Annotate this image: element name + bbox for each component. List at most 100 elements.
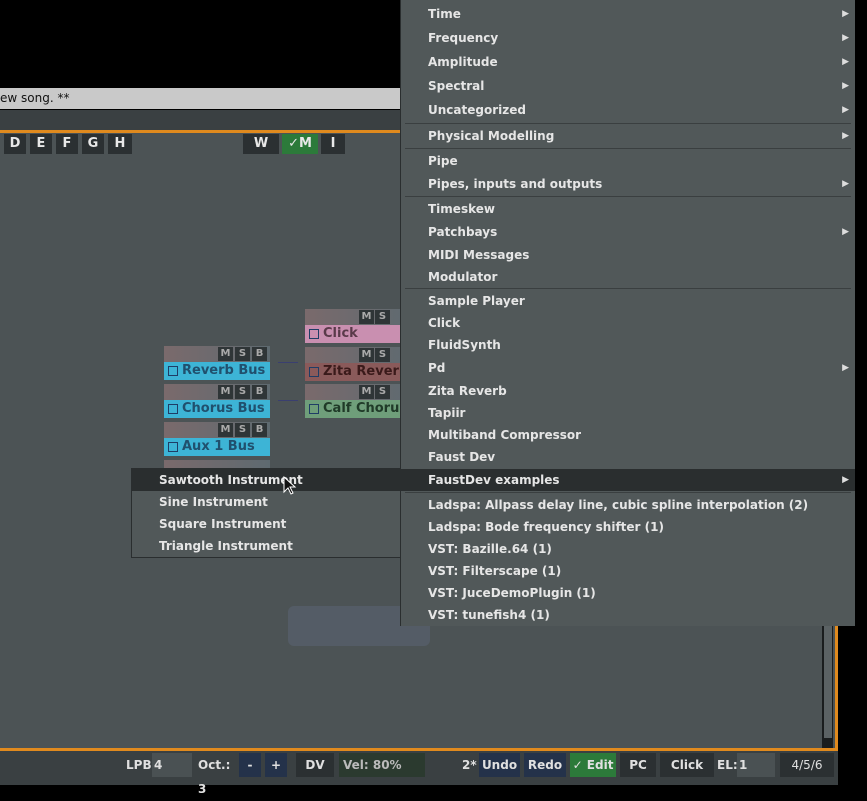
menu-item-vst-jucedemo[interactable]: VST: JuceDemoPlugin (1) bbox=[401, 582, 855, 604]
menu-item-amplitude[interactable]: Amplitude ▶ bbox=[401, 51, 855, 73]
menu-item-vst-bazille[interactable]: VST: Bazille.64 (1) bbox=[401, 538, 855, 560]
submenu-arrow-icon: ▶ bbox=[842, 33, 849, 43]
enable-checkbox[interactable] bbox=[168, 441, 178, 452]
menu-item-midi-messages[interactable]: MIDI Messages bbox=[401, 244, 855, 266]
connection-line bbox=[278, 362, 298, 363]
plugin-context-menu: Time ▶ Frequency ▶ Amplitude ▶ Spectral ▶ Un… bbox=[400, 0, 855, 626]
menu-item-ladspa-bode[interactable]: Ladspa: Bode frequency shifter (1) bbox=[401, 516, 855, 538]
bypass-button[interactable]: B bbox=[252, 385, 267, 399]
menu-item-physical-modelling[interactable]: Physical Modelling ▶ bbox=[401, 125, 855, 147]
column-f-button[interactable]: F bbox=[56, 134, 78, 154]
menu-item-pipe[interactable]: Pipe bbox=[401, 150, 855, 172]
submenu-arrow-icon: ▶ bbox=[842, 81, 849, 91]
scrollbar-thumb[interactable] bbox=[824, 626, 832, 738]
menu-item-multiband-compressor[interactable]: Multiband Compressor bbox=[401, 424, 855, 446]
menu-item-faustdev-examples[interactable]: FaustDev examples ▶ bbox=[401, 469, 855, 491]
menu-item-spectral[interactable]: Spectral ▶ bbox=[401, 75, 855, 97]
menu-item-timeskew[interactable]: Timeskew bbox=[401, 198, 855, 220]
strip-name: Zita Reverb bbox=[305, 363, 411, 381]
menu-item-vst-filterscape[interactable]: VST: Filterscape (1) bbox=[401, 560, 855, 582]
mute-button[interactable]: M bbox=[218, 385, 233, 399]
lpb-field[interactable]: 4 bbox=[152, 753, 192, 777]
undo-button[interactable]: Undo bbox=[479, 753, 520, 777]
mouse-cursor-icon bbox=[283, 476, 297, 495]
submenu-arrow-icon: ▶ bbox=[842, 475, 849, 485]
submenu-arrow-icon: ▶ bbox=[842, 179, 849, 189]
menu-item-zita-reverb[interactable]: Zita Reverb bbox=[401, 380, 855, 402]
menu-item-patchbays[interactable]: Patchbays ▶ bbox=[401, 221, 855, 243]
bypass-button[interactable]: B bbox=[252, 347, 267, 361]
menu-separator bbox=[405, 196, 851, 197]
menu-item-faust-dev[interactable]: Faust Dev bbox=[401, 446, 855, 468]
mixer-strip-zita[interactable]: M S Zita Reverb bbox=[305, 347, 411, 381]
mixer-strip-chorus-bus[interactable]: M S B Chorus Bus bbox=[164, 384, 270, 418]
mixer-strip-reverb-bus[interactable]: M S B Reverb Bus bbox=[164, 346, 270, 380]
solo-button[interactable]: S bbox=[375, 385, 390, 399]
mixer-strip-aux1-bus[interactable]: M S B Aux 1 Bus bbox=[164, 422, 270, 456]
menu-item-pipes-io[interactable]: Pipes, inputs and outputs ▶ bbox=[401, 173, 855, 195]
menu-item-uncategorized[interactable]: Uncategorized ▶ bbox=[401, 99, 855, 121]
el-field[interactable]: 1 bbox=[737, 753, 775, 777]
click-button[interactable]: Click bbox=[660, 753, 714, 777]
solo-button[interactable]: S bbox=[375, 310, 390, 324]
menu-separator bbox=[405, 288, 851, 289]
w-button[interactable]: W bbox=[243, 134, 279, 154]
mute-button[interactable]: M bbox=[218, 347, 233, 361]
enable-checkbox[interactable] bbox=[168, 365, 178, 376]
velocity-slider[interactable]: Vel: 80% bbox=[339, 753, 425, 777]
menu-item-ladspa-allpass[interactable]: Ladspa: Allpass delay line, cubic spline… bbox=[401, 494, 855, 516]
menu-item-tapiir[interactable]: Tapiir bbox=[401, 402, 855, 424]
undo-count: 2* bbox=[462, 758, 477, 772]
lpb-label: LPB bbox=[126, 758, 152, 772]
submenu-item-triangle[interactable]: Triangle Instrument bbox=[132, 535, 400, 557]
strip-name: Calf Chorus bbox=[305, 400, 411, 418]
mute-button[interactable]: M bbox=[359, 310, 374, 324]
instrument-submenu: Sawtooth Instrument Sine Instrument Squa… bbox=[131, 468, 401, 558]
window-title: ew song. ** bbox=[0, 88, 400, 109]
solo-button[interactable]: S bbox=[235, 385, 250, 399]
solo-button[interactable]: S bbox=[235, 347, 250, 361]
menu-item-time[interactable]: Time ▶ bbox=[401, 3, 855, 25]
enable-checkbox[interactable] bbox=[168, 403, 178, 414]
menu-item-vst-tunefish4[interactable]: VST: tunefish4 (1) bbox=[401, 604, 855, 626]
pc-button[interactable]: PC bbox=[620, 753, 656, 777]
m-button[interactable]: ✓M bbox=[282, 134, 318, 154]
i-button[interactable]: I bbox=[321, 134, 345, 154]
mute-button[interactable]: M bbox=[359, 348, 374, 362]
submenu-item-sawtooth[interactable]: Sawtooth Instrument bbox=[132, 469, 400, 491]
mixer-strip-click[interactable]: M S Click bbox=[305, 309, 411, 343]
column-h-button[interactable]: H bbox=[108, 134, 132, 154]
submenu-item-square[interactable]: Square Instrument bbox=[132, 513, 400, 535]
bypass-button[interactable]: B bbox=[252, 423, 267, 437]
column-e-button[interactable]: E bbox=[30, 134, 52, 154]
mixer-strip-calf[interactable]: M S Calf Chorus bbox=[305, 384, 411, 418]
mute-button[interactable]: M bbox=[359, 385, 374, 399]
edit-toggle[interactable]: ✓ Edit bbox=[570, 753, 616, 777]
solo-button[interactable]: S bbox=[375, 348, 390, 362]
menu-item-sample-player[interactable]: Sample Player bbox=[401, 290, 855, 312]
redo-button[interactable]: Redo bbox=[524, 753, 566, 777]
enable-checkbox[interactable] bbox=[309, 403, 319, 414]
menu-item-modulator[interactable]: Modulator bbox=[401, 266, 855, 288]
octave-down-button[interactable]: - bbox=[239, 753, 261, 777]
mute-button[interactable]: M bbox=[218, 423, 233, 437]
submenu-arrow-icon: ▶ bbox=[842, 105, 849, 115]
menu-item-pd[interactable]: Pd ▶ bbox=[401, 357, 855, 379]
solo-button[interactable]: S bbox=[235, 423, 250, 437]
octave-up-button[interactable]: + bbox=[265, 753, 287, 777]
menu-item-frequency[interactable]: Frequency ▶ bbox=[401, 27, 855, 49]
column-g-button[interactable]: G bbox=[82, 134, 104, 154]
submenu-item-sine[interactable]: Sine Instrument bbox=[132, 491, 400, 513]
menu-item-fluidsynth[interactable]: FluidSynth bbox=[401, 334, 855, 356]
menu-item-click[interactable]: Click bbox=[401, 312, 855, 334]
header-strip bbox=[0, 110, 400, 130]
column-d-button[interactable]: D bbox=[4, 134, 26, 154]
submenu-arrow-icon: ▶ bbox=[842, 131, 849, 141]
strip-name: Aux 1 Bus bbox=[164, 438, 270, 456]
dv-button[interactable]: DV bbox=[296, 753, 334, 777]
enable-checkbox[interactable] bbox=[309, 328, 319, 339]
submenu-arrow-icon: ▶ bbox=[842, 363, 849, 373]
enable-checkbox[interactable] bbox=[309, 366, 319, 377]
strip-name: Reverb Bus bbox=[164, 362, 270, 380]
el-label: EL: bbox=[717, 758, 738, 772]
